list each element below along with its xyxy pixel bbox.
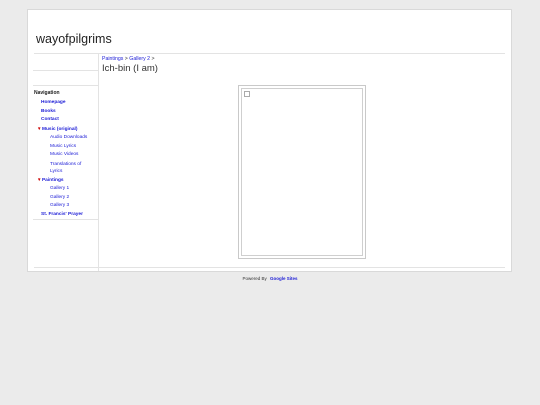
sidebar-item-books[interactable]: Books [28,108,98,117]
sidebar-item-gallery-3[interactable]: Gallery 3 [28,202,98,211]
google-sites-link[interactable]: Google Sites [270,276,298,281]
sidebar-item-gallery-2[interactable]: Gallery 2 [28,194,98,203]
sidebar-item-gallery-1[interactable]: Gallery 1 [28,185,98,194]
sidebar-item-label: Paintings [41,177,64,183]
sidebar-item-music-videos[interactable]: Music Videos [28,151,98,160]
sidebar-item-paintings[interactable]: ▼Paintings [28,176,98,186]
page-container: wayofpilgrims Navigation Homepage Books … [27,9,512,272]
sidebar-item-audio-downloads[interactable]: Audio Downloads [28,134,98,143]
expand-arrow-icon[interactable]: ▼ [37,177,41,182]
sidebar-item-st-francis-prayer[interactable]: St. Francis' Prayer [28,211,98,220]
breadcrumb-link-gallery-2[interactable]: Gallery 2 [129,56,150,62]
sidebar-item-homepage[interactable]: Homepage [28,99,98,108]
navigation-list: Homepage Books Contact ▼Music (original)… [28,99,98,219]
sidebar-divider [33,85,98,86]
painting-image-frame[interactable] [238,85,366,259]
breadcrumb-link-paintings[interactable]: Paintings [102,56,123,62]
sidebar-item-music-original[interactable]: ▼Music (original) [28,125,98,135]
expand-arrow-icon[interactable]: ▼ [37,126,41,131]
sidebar-item-translations-of-lyrics[interactable]: Translations of Lyrics [28,160,98,176]
navigation-title: Navigation [34,90,60,96]
sidebar-divider [33,219,98,220]
sidebar-item-contact[interactable]: Contact [28,116,98,125]
broken-image-icon [244,91,250,97]
breadcrumb-separator: > [124,56,128,62]
header-divider [34,53,505,54]
sidebar-item-music-lyrics[interactable]: Music Lyrics [28,143,98,152]
sidebar-divider [33,70,98,71]
main-content: Paintings > Gallery 2 > Ich-bin (I am) [102,56,505,271]
powered-by-label: Powered By [242,276,267,281]
sidebar-item-label: Translations of Lyrics [50,161,82,174]
sidebar-item-label: Music (original) [41,126,78,132]
breadcrumb: Paintings > Gallery 2 > [102,56,505,62]
footer: Powered By Google Sites [0,276,540,281]
footer-divider [34,267,505,268]
site-title[interactable]: wayofpilgrims [36,32,112,46]
breadcrumb-separator: > [151,56,155,62]
painting-image[interactable] [241,88,363,256]
page-title: Ich-bin (I am) [102,63,158,74]
